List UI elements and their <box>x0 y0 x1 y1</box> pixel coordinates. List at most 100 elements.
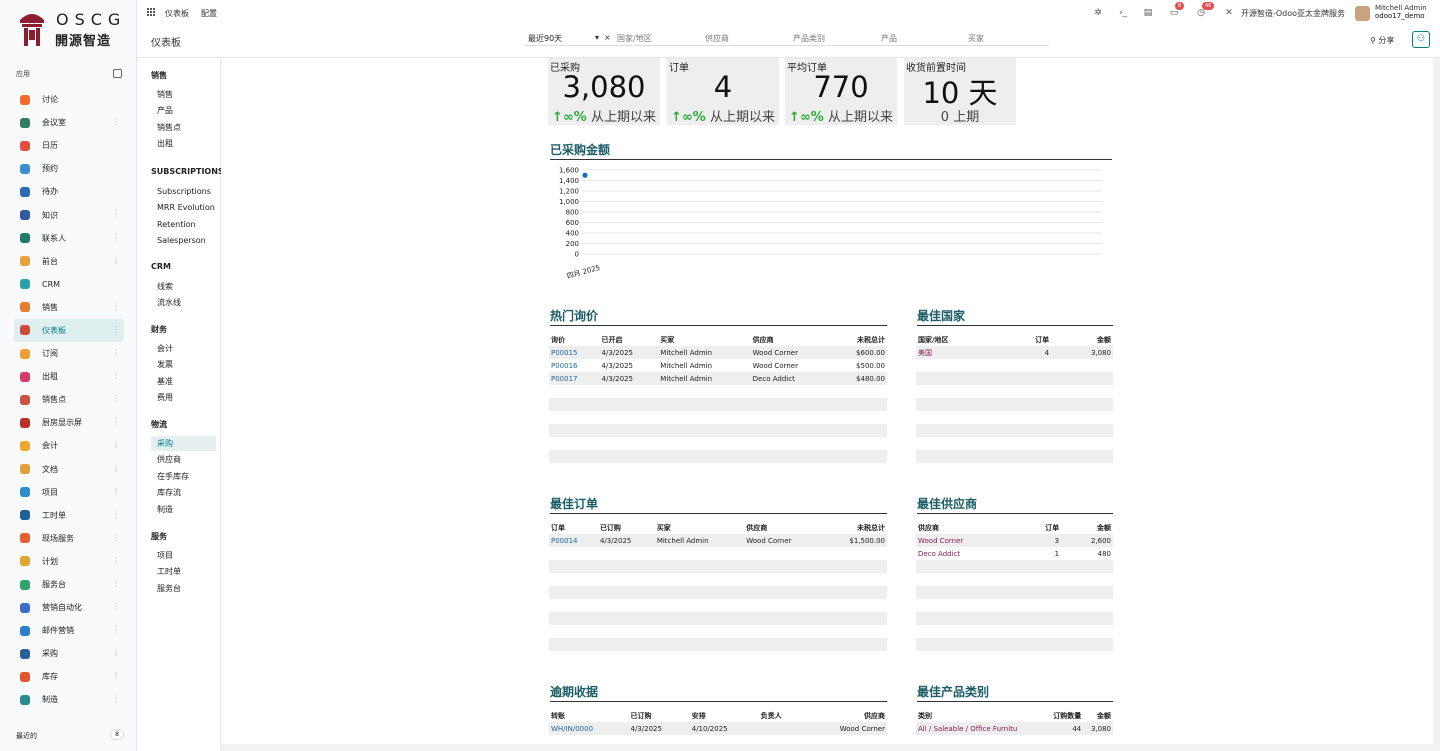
table-row[interactable]: Deco Addict 1 480 <box>916 547 1113 560</box>
more-icon[interactable]: ⋮ <box>112 233 120 242</box>
sidebar-app-item[interactable]: 计划 ⋮ <box>14 550 124 573</box>
filter-buyer[interactable]: 买家 <box>968 33 984 44</box>
table-cell[interactable]: WH/IN/0000 <box>549 722 629 735</box>
data-point[interactable] <box>582 172 588 178</box>
period-filter[interactable]: 最近90天 <box>528 33 562 44</box>
sidebar-app-item[interactable]: 库存 ⋮ <box>14 665 124 688</box>
clear-filter-icon[interactable]: × <box>604 33 611 42</box>
table-row[interactable]: P00016 4/3/2025 Mitchell Admin Wood Corner $… <box>549 359 887 372</box>
dashnav-item[interactable]: 基准 <box>151 374 216 389</box>
more-icon[interactable]: ⋮ <box>112 487 120 496</box>
chevron-down-icon[interactable]: ▾ <box>595 33 599 42</box>
table-cell[interactable]: P00015 <box>549 346 600 359</box>
dashnav-item[interactable]: MRR Evolution <box>151 200 216 215</box>
sidebar-app-item[interactable]: 联系人 ⋮ <box>14 227 124 250</box>
sidebar-app-item[interactable]: 采购 ⋮ <box>14 642 124 665</box>
table-row[interactable]: WH/IN/0000 4/3/2025 4/10/2025 Wood Corner <box>549 722 887 735</box>
sidebar-app-item[interactable]: 待办 <box>14 180 124 203</box>
sidebar-app-item[interactable]: 工时单 ⋮ <box>14 504 124 527</box>
more-icon[interactable]: ⋮ <box>112 302 120 311</box>
sidebar-app-item[interactable]: 项目 ⋮ <box>14 481 124 504</box>
table-cell[interactable]: P00014 <box>549 534 598 547</box>
dashnav-item[interactable]: 产品 <box>151 103 216 118</box>
sidebar-app-item[interactable]: 销售 ⋮ <box>14 296 124 319</box>
filter-category[interactable]: 产品类别 <box>793 33 825 44</box>
filter-product[interactable]: 产品 <box>881 33 897 44</box>
table-cell[interactable]: P00017 <box>549 372 600 385</box>
more-icon[interactable]: ⋮ <box>112 579 120 588</box>
sidebar-app-item[interactable]: 出租 ⋮ <box>14 365 124 388</box>
table-cell[interactable]: P00016 <box>549 359 600 372</box>
more-icon[interactable]: ⋮ <box>112 626 120 634</box>
more-icon[interactable]: ⋮ <box>112 349 120 357</box>
more-icon[interactable]: ⋮ <box>112 556 120 565</box>
chat-icon[interactable]: ▭ 8 <box>1169 2 1185 18</box>
dashnav-item[interactable]: 制造 <box>151 502 216 517</box>
sidebar-app-item[interactable]: 营销自动化 ⋮ <box>14 596 124 619</box>
table-row[interactable]: All / Saleable / Office Furnitu 44 3,080 <box>916 722 1113 735</box>
more-icon[interactable]: ⋮ <box>112 533 120 542</box>
sidebar-app-item[interactable]: 订阅 ⋮ <box>14 342 124 365</box>
dashnav-item[interactable]: 工时单 <box>151 564 216 579</box>
more-icon[interactable]: ⋮ <box>112 441 120 449</box>
sidebar-app-item[interactable]: 销售点 ⋮ <box>14 388 124 411</box>
dashnav-item[interactable]: 项目 <box>151 548 216 563</box>
sidebar-app-item[interactable]: 讨论 <box>14 88 124 111</box>
bug-icon[interactable]: ✲ <box>1093 8 1103 18</box>
menu-config[interactable]: 配置 <box>201 8 217 19</box>
dashnav-item[interactable]: 服务台 <box>151 581 216 596</box>
more-icon[interactable]: ⋮ <box>112 325 120 334</box>
user-menu[interactable]: Mitchell Admin odoo17_demo <box>1355 4 1440 24</box>
table-row[interactable]: Wood Corner 3 2,600 <box>916 534 1113 547</box>
activity-icon[interactable]: ◷ 46 <box>1196 2 1215 18</box>
sidebar-app-item[interactable]: 会议室 ⋮ <box>14 111 124 134</box>
sidebar-app-item[interactable]: 服务台 ⋮ <box>14 573 124 596</box>
sidebar-app-item[interactable]: 知识 ⋮ <box>14 203 124 226</box>
more-icon[interactable]: ⋮ <box>112 418 120 426</box>
sidebar-app-item[interactable]: CRM <box>14 273 124 296</box>
dashnav-item[interactable]: 流水线 <box>151 295 216 310</box>
brand-logo[interactable]: OSCG 開源智造 <box>18 8 128 50</box>
sidebar-app-item[interactable]: 仪表板 ⋮ <box>14 318 124 343</box>
table-cell[interactable]: Wood Corner <box>916 534 1023 547</box>
dashnav-item[interactable]: 线索 <box>151 279 216 294</box>
table-row[interactable]: P00015 4/3/2025 Mitchell Admin Wood Corner $… <box>549 346 887 359</box>
sidebar-app-item[interactable]: 预约 <box>14 157 124 180</box>
company-switcher[interactable]: 开源智造-Odoo亚太金牌服务 <box>1241 8 1345 19</box>
purchase-amount-chart[interactable]: 1,600 1,400 1,200 1,000 800 600 400 200 0 四月 2025 <box>550 162 1110 282</box>
share-button[interactable]: ⚲ 分享 <box>1370 35 1394 46</box>
kpi-purchased[interactable]: 已采购 3,080 ↑∞% 从上期以来 <box>548 58 660 125</box>
more-icon[interactable]: ⋮ <box>112 372 120 380</box>
terminal-icon[interactable]: ›_ <box>1118 8 1128 18</box>
table-cell[interactable]: Deco Addict <box>916 547 1022 560</box>
dashnav-item[interactable]: 采购 <box>151 436 216 451</box>
more-icon[interactable]: ⋮ <box>112 464 120 473</box>
kpi-avg-order[interactable]: 平均订单 770 ↑∞% 从上期以来 <box>785 58 897 125</box>
sidebar-app-item[interactable]: 邮件营销 ⋮ <box>14 619 124 642</box>
more-icon[interactable]: ⋮ <box>112 695 120 703</box>
more-icon[interactable]: ⋮ <box>112 118 120 126</box>
sidebar-app-item[interactable]: 制造 ⋮ <box>14 688 124 711</box>
sidebar-app-item[interactable]: 会计 ⋮ <box>14 434 124 457</box>
dashnav-item[interactable]: 发票 <box>151 357 216 372</box>
filter-vendor[interactable]: 供应商 <box>705 33 729 44</box>
dashnav-item[interactable]: Subscriptions <box>151 184 216 199</box>
vertical-scrollbar[interactable] <box>1433 58 1440 751</box>
dashnav-item[interactable]: 销售点 <box>151 120 216 135</box>
dashnav-item[interactable]: 供应商 <box>151 452 216 467</box>
dashnav-item[interactable]: Salesperson <box>151 233 216 248</box>
filter-country[interactable]: 国家/地区 <box>617 33 652 44</box>
more-icon[interactable]: ⋮ <box>112 603 120 611</box>
sidebar-app-item[interactable]: 现场服务 ⋮ <box>14 527 124 550</box>
recent-section[interactable]: 最近的 8 <box>16 729 124 741</box>
add-app-icon[interactable] <box>113 69 122 78</box>
horizontal-scrollbar[interactable] <box>221 744 1440 751</box>
kpi-orders[interactable]: 订单 4 ↑∞% 从上期以来 <box>667 58 779 125</box>
dashnav-item[interactable]: Retention <box>151 217 216 232</box>
more-icon[interactable]: ⋮ <box>112 256 120 265</box>
more-icon[interactable]: ⋮ <box>112 672 120 680</box>
tools-icon[interactable]: ✕ <box>1224 8 1234 18</box>
sidebar-app-item[interactable]: 厨房显示屏 ⋮ <box>14 411 124 434</box>
table-cell[interactable]: All / Saleable / Office Furnitu <box>916 722 1044 735</box>
layout-icon[interactable]: ▤ <box>1143 8 1153 18</box>
